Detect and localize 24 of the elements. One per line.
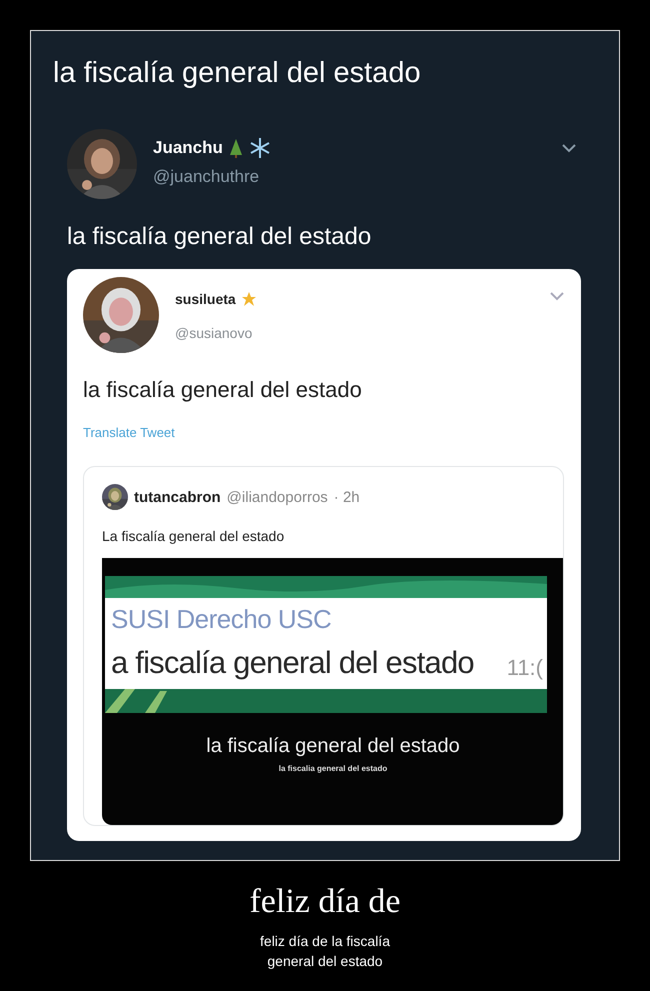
user-handle: @juanchuthre (153, 167, 260, 187)
tweet-text: la fiscalía general del estado (83, 377, 363, 403)
post-title: la fiscalía general del estado (53, 56, 422, 91)
video-subtitle: la fiscalía general del estado (206, 735, 460, 758)
tree-icon (228, 138, 244, 158)
message-time: 11:( (506, 655, 543, 681)
user-handle: @iliandoporros (226, 488, 328, 506)
chevron-down-icon (549, 291, 565, 301)
caption-text: feliz día de la fiscalía general del estado (259, 932, 391, 971)
chat-title: SUSI Derecho USC (111, 604, 332, 635)
user-handle: @susianovo (175, 325, 254, 341)
translate-link[interactable]: Translate Tweet (83, 425, 565, 440)
user-name: susilueta (175, 291, 236, 307)
star-icon (240, 291, 257, 307)
user-name: tutancabron (134, 488, 221, 506)
snowflake-icon (248, 137, 271, 159)
tweet-time: · 2h (334, 488, 360, 506)
chevron-down-icon (561, 143, 577, 153)
tweet-text: La fiscalía general del estado (101, 527, 286, 544)
caption-title: feliz día de (249, 883, 401, 921)
chat-message: a fiscalía general del estado (111, 645, 474, 681)
tweet-text: la fiscalía general del estado (67, 223, 372, 251)
user-name: Juanchu (153, 138, 223, 158)
video-subtitle: la fiscalia general del estado (278, 764, 388, 773)
